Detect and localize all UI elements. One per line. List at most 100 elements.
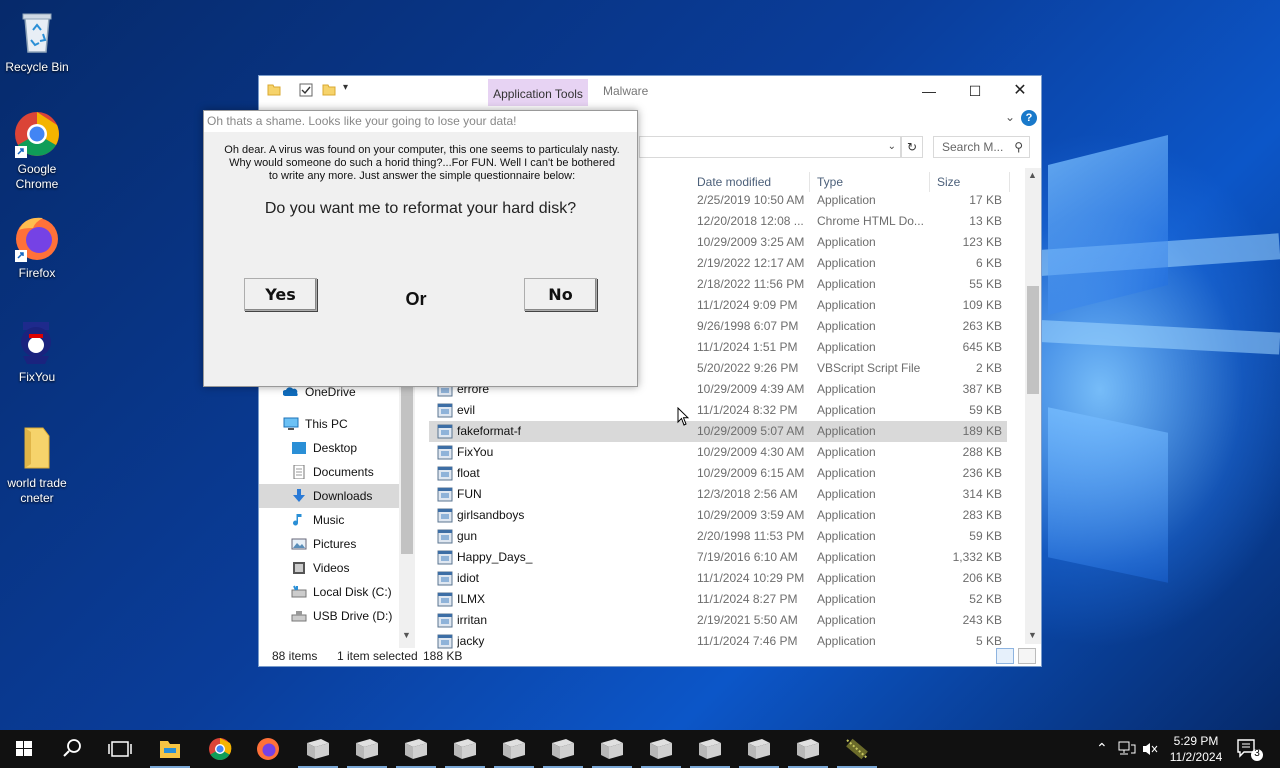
taskbar-file-explorer[interactable] bbox=[146, 730, 194, 768]
scroll-up-icon[interactable]: ▲ bbox=[1028, 170, 1037, 180]
properties-icon[interactable] bbox=[299, 83, 313, 97]
system-clock[interactable]: 5:29 PM 11/2/2024 bbox=[1168, 733, 1224, 765]
large-icons-view-button[interactable] bbox=[1018, 648, 1036, 664]
nav-item-music[interactable]: Music bbox=[291, 508, 344, 532]
desktop-icon-folder[interactable]: world trade cneter bbox=[0, 424, 76, 506]
file-size: 2 KB bbox=[975, 361, 1002, 375]
help-icon[interactable]: ? bbox=[1021, 110, 1037, 126]
file-size: 17 KB bbox=[969, 193, 1002, 207]
start-button[interactable] bbox=[0, 730, 48, 768]
fake-format-dialog[interactable]: Oh thats a shame. Looks like your going … bbox=[203, 110, 638, 387]
task-view-icon bbox=[108, 741, 132, 757]
column-divider[interactable] bbox=[1009, 172, 1010, 192]
clock-time: 5:29 PM bbox=[1173, 734, 1219, 748]
refresh-button[interactable]: ↻ bbox=[901, 136, 923, 158]
column-divider[interactable] bbox=[809, 172, 810, 192]
nav-item-this-pc[interactable]: This PC bbox=[283, 412, 348, 436]
program-icon bbox=[601, 739, 623, 759]
application-icon bbox=[437, 466, 453, 481]
taskbar-running-app[interactable] bbox=[539, 730, 587, 768]
application-icon bbox=[437, 613, 453, 628]
explorer-titlebar[interactable]: ▾ Application Tools Malware — ☐ ✕ bbox=[259, 76, 1041, 106]
file-row[interactable]: irritan 2/19/2021 5:50 AM Application 243 K… bbox=[429, 610, 1007, 631]
nav-item-videos[interactable]: Videos bbox=[291, 556, 349, 580]
taskbar-chrome[interactable] bbox=[196, 730, 244, 768]
taskbar-running-app[interactable] bbox=[294, 730, 342, 768]
close-button[interactable]: ✕ bbox=[997, 76, 1043, 106]
nav-item-label: Downloads bbox=[313, 489, 373, 503]
desktop-icon-recycle-bin[interactable]: Recycle Bin bbox=[0, 8, 76, 75]
nav-item-label: OneDrive bbox=[305, 385, 356, 399]
taskbar-running-app[interactable] bbox=[490, 730, 538, 768]
file-row[interactable]: idiot 11/1/2024 10:29 PM Application 206 KB bbox=[429, 568, 1007, 589]
ribbon-tab-application-tools[interactable]: Application Tools bbox=[488, 79, 588, 106]
file-date: 10/29/2009 3:25 AM bbox=[697, 235, 805, 249]
column-divider[interactable] bbox=[929, 172, 930, 192]
volume-muted-icon[interactable] bbox=[1142, 741, 1158, 757]
nav-item-label: Documents bbox=[313, 465, 374, 479]
search-input[interactable]: Search M... ⚲ bbox=[933, 136, 1030, 158]
maximize-button[interactable]: ☐ bbox=[952, 76, 998, 106]
application-icon bbox=[437, 508, 453, 523]
address-bar[interactable]: ⌄ bbox=[639, 136, 901, 158]
taskbar-running-app[interactable] bbox=[735, 730, 783, 768]
taskbar-running-app[interactable] bbox=[441, 730, 489, 768]
desktop-icon-fixyou[interactable]: FixYou bbox=[0, 318, 76, 385]
file-row[interactable]: float 10/29/2009 6:15 AM Application 236 KB bbox=[429, 463, 1007, 484]
nav-item-local-disk[interactable]: Local Disk (C:) bbox=[291, 580, 392, 604]
taskbar-running-app[interactable] bbox=[392, 730, 440, 768]
nav-scrollbar[interactable]: ▼ bbox=[399, 376, 415, 648]
details-view-button[interactable] bbox=[996, 648, 1014, 664]
file-row[interactable]: evil 11/1/2024 8:32 PM Application 59 KB bbox=[429, 400, 1007, 421]
search-button[interactable] bbox=[48, 730, 96, 768]
file-date: 7/19/2016 6:10 AM bbox=[697, 550, 798, 564]
file-row[interactable]: ILMX 11/1/2024 8:27 PM Application 52 KB bbox=[429, 589, 1007, 610]
file-row[interactable]: FixYou 10/29/2009 4:30 AM Application 288 K… bbox=[429, 442, 1007, 463]
nav-item-downloads[interactable]: Downloads bbox=[259, 484, 399, 508]
desktop-icon-label: Recycle Bin bbox=[5, 60, 69, 74]
action-center-button[interactable]: 3 bbox=[1234, 736, 1264, 762]
ribbon-expand-icon[interactable]: ⌄ bbox=[1005, 110, 1015, 124]
desktop-icon-label: Firefox bbox=[18, 266, 56, 280]
chevron-down-icon[interactable]: ⌄ bbox=[888, 137, 896, 157]
usb-drive-icon bbox=[291, 610, 307, 622]
nav-item-label: Videos bbox=[313, 561, 350, 575]
taskbar-running-app[interactable] bbox=[784, 730, 832, 768]
file-row[interactable]: Happy_Days_ 7/19/2016 6:10 AM Application 1… bbox=[429, 547, 1007, 568]
nav-item-pictures[interactable]: Pictures bbox=[291, 532, 356, 556]
yes-button[interactable]: Yes bbox=[244, 278, 317, 311]
network-icon[interactable] bbox=[1118, 741, 1136, 757]
scroll-down-icon[interactable]: ▼ bbox=[1028, 630, 1037, 640]
firefox-icon bbox=[257, 738, 279, 760]
nav-item-usb-drive[interactable]: USB Drive (D:) bbox=[291, 604, 392, 628]
file-date: 2/19/2021 5:50 AM bbox=[697, 613, 798, 627]
program-icon bbox=[748, 739, 770, 759]
desktop-icon-firefox[interactable]: Firefox bbox=[0, 214, 76, 281]
file-row[interactable]: girlsandboys 10/29/2009 3:59 AM Applicatio… bbox=[429, 505, 1007, 526]
file-list-scrollbar[interactable]: ▲ ▼ bbox=[1025, 168, 1041, 644]
nav-item-documents[interactable]: Documents bbox=[291, 460, 374, 484]
no-button[interactable]: No bbox=[524, 278, 597, 311]
taskbar-running-app[interactable] bbox=[833, 730, 881, 768]
new-folder-icon[interactable] bbox=[322, 83, 336, 97]
task-view-button[interactable] bbox=[96, 730, 144, 768]
taskbar-running-app[interactable] bbox=[637, 730, 685, 768]
file-date: 10/29/2009 4:39 AM bbox=[697, 382, 805, 396]
quick-access-dropdown-icon[interactable]: ▾ bbox=[343, 82, 357, 96]
taskbar-running-app[interactable] bbox=[588, 730, 636, 768]
taskbar-running-app[interactable] bbox=[343, 730, 391, 768]
scroll-down-icon[interactable]: ▼ bbox=[402, 630, 411, 640]
taskbar-running-app[interactable] bbox=[686, 730, 734, 768]
file-row[interactable]: FUN 12/3/2018 2:56 AM Application 314 KB bbox=[429, 484, 1007, 505]
file-list-scrollbar-thumb[interactable] bbox=[1027, 286, 1039, 394]
file-row[interactable]: fakeformat-f 10/29/2009 5:07 AM Applicatio… bbox=[429, 421, 1007, 442]
file-name: FixYou bbox=[457, 445, 494, 459]
minimize-button[interactable]: — bbox=[906, 76, 952, 106]
file-date: 5/20/2022 9:26 PM bbox=[697, 361, 799, 375]
desktop-icon-chrome[interactable]: Google Chrome bbox=[0, 110, 76, 192]
nav-item-desktop[interactable]: Desktop bbox=[291, 436, 357, 460]
file-row[interactable]: gun 2/20/1998 11:53 PM Application 59 KB bbox=[429, 526, 1007, 547]
nav-scrollbar-thumb[interactable] bbox=[401, 384, 413, 554]
show-hidden-icons-button[interactable]: ⌃ bbox=[1096, 740, 1108, 757]
taskbar-firefox[interactable] bbox=[244, 730, 292, 768]
